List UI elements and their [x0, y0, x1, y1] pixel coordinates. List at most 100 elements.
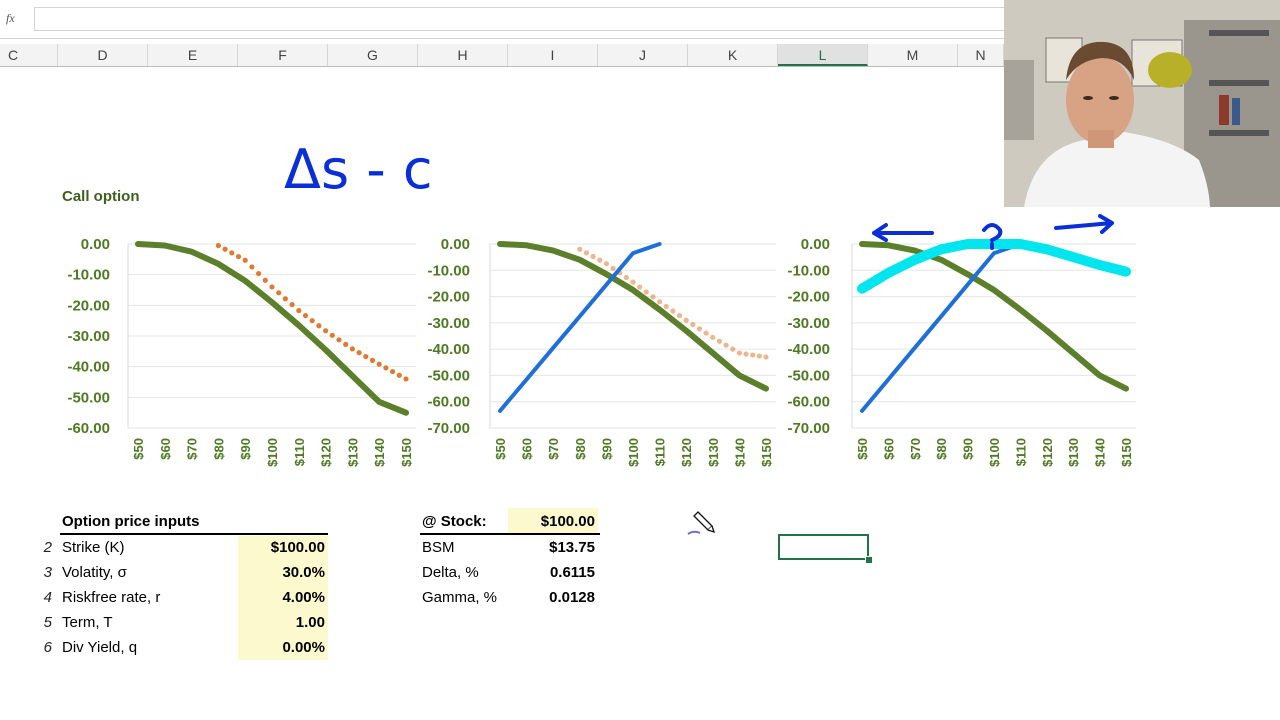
- x-tick-label: $50: [131, 438, 146, 460]
- input-value-cell[interactable]: 0.00%: [238, 639, 325, 656]
- series-line-solid-green: [497, 241, 769, 392]
- series-orange-dot: [276, 290, 282, 296]
- series-orange-dot: [403, 376, 409, 382]
- x-tick-label: $150: [399, 438, 414, 467]
- series-orange-dot: [637, 284, 643, 290]
- column-header-l[interactable]: L: [778, 44, 868, 66]
- x-tick-label: $60: [520, 438, 535, 460]
- x-tick-label: $130: [706, 438, 721, 467]
- series-orange-dot: [369, 357, 376, 363]
- row-number: 5: [43, 614, 52, 631]
- series-orange-dot: [603, 261, 609, 267]
- output-label: Gamma, %: [422, 589, 498, 606]
- left-arrow-annotation: [872, 223, 934, 242]
- column-header-n[interactable]: N: [958, 44, 1004, 66]
- y-tick-label: -70.00: [427, 420, 470, 437]
- series-orange-dot: [710, 334, 716, 340]
- series-orange-dot: [623, 274, 629, 281]
- series-orange-dot: [356, 350, 362, 356]
- series-orange-dot: [269, 284, 275, 290]
- chart-hedged-portfolio: 0.00 -10.00 -20.00 -30.00 -40.00 -50.00 -60.00…: [787, 214, 1136, 467]
- input-label: Volatity, σ: [62, 564, 127, 581]
- series-orange-dot: [282, 296, 288, 302]
- series-orange-dot: [363, 353, 369, 360]
- column-header-f[interactable]: F: [238, 44, 328, 66]
- column-header-k[interactable]: K: [688, 44, 778, 66]
- selected-cell[interactable]: [778, 534, 869, 560]
- series-orange-dot: [736, 350, 742, 356]
- input-value-cell[interactable]: $100.00: [238, 539, 325, 556]
- output-value-cell[interactable]: $13.75: [508, 539, 595, 556]
- x-tick-label: $110: [1013, 438, 1028, 466]
- y-tick-label: 0.00: [441, 236, 470, 253]
- series-orange-dot: [590, 253, 596, 260]
- y-tick-label: -40.00: [787, 341, 830, 358]
- column-header-m[interactable]: M: [868, 44, 958, 66]
- x-tick-label: $100: [987, 438, 1002, 467]
- inputs-header: Option price inputs: [62, 513, 200, 530]
- series-orange-dot: [756, 353, 762, 359]
- formula-input[interactable]: [34, 7, 1004, 31]
- column-header-c[interactable]: C: [0, 44, 58, 66]
- series-orange-dot: [249, 264, 255, 270]
- y-tick-label: -20.00: [787, 289, 830, 306]
- x-tick-label: $60: [158, 438, 173, 460]
- x-tick-label: $100: [626, 438, 641, 467]
- column-header-g[interactable]: G: [328, 44, 418, 66]
- y-tick-label: -50.00: [787, 367, 830, 384]
- input-value-cell[interactable]: 4.00%: [238, 589, 325, 606]
- series-orange-dot: [289, 302, 295, 308]
- series-orange-dot: [743, 351, 749, 357]
- x-tick-label: $150: [759, 438, 774, 467]
- series-orange-dot: [670, 308, 676, 314]
- y-tick-label: 0.00: [81, 236, 110, 253]
- series-orange-dot: [296, 307, 302, 314]
- column-header-e[interactable]: E: [148, 44, 238, 66]
- output-label: BSM: [422, 539, 455, 556]
- y-tick-label: -20.00: [67, 297, 110, 314]
- column-header-i[interactable]: I: [508, 44, 598, 66]
- fx-icon[interactable]: fx: [6, 11, 15, 26]
- series-orange-dot: [663, 303, 669, 310]
- series-orange-dot: [650, 294, 656, 300]
- fill-handle[interactable]: [865, 556, 873, 564]
- series-orange-dot: [643, 289, 649, 295]
- x-tick-label: $80: [211, 438, 226, 460]
- input-label: Riskfree rate, r: [62, 589, 161, 606]
- series-orange-dot: [235, 253, 242, 260]
- input-label: Div Yield, q: [62, 639, 138, 656]
- x-tick-label: $130: [345, 438, 360, 467]
- series-orange-dot: [703, 330, 709, 336]
- x-tick-label: $140: [732, 438, 747, 467]
- y-tick-label: -40.00: [427, 341, 470, 358]
- column-header-j[interactable]: J: [598, 44, 688, 66]
- x-tick-label: $50: [855, 438, 870, 460]
- column-header-h[interactable]: H: [418, 44, 508, 66]
- output-value-cell[interactable]: 0.6115: [508, 564, 595, 581]
- handwritten-note-text: Δs - c: [284, 138, 433, 201]
- series-orange-dot: [750, 352, 756, 358]
- stock-value[interactable]: $100.00: [508, 513, 595, 530]
- sheet-title: Call option: [62, 188, 140, 205]
- handwritten-note: Δs - c: [284, 138, 433, 201]
- y-tick-label: -10.00: [787, 262, 830, 279]
- series-orange-dot: [396, 372, 402, 378]
- series-orange-dot: [349, 346, 355, 352]
- series-orange-dot: [390, 368, 396, 375]
- x-tick-label: $150: [1119, 438, 1134, 467]
- row-number: 6: [43, 639, 52, 656]
- output-value-cell[interactable]: 0.0128: [508, 589, 595, 606]
- y-tick-label: -10.00: [67, 267, 110, 284]
- chart-hedge-position: 0.00 -10.00 -20.00 -30.00 -40.00 -50.00 -60.00…: [427, 236, 776, 467]
- stock-label: @ Stock:: [422, 513, 487, 530]
- x-tick-label: $90: [238, 438, 253, 460]
- output-label: Delta, %: [422, 564, 479, 581]
- input-value-cell[interactable]: 1.00: [238, 614, 325, 631]
- series-orange-dot: [696, 326, 703, 332]
- outputs-header-rule: [420, 533, 600, 535]
- column-header-d[interactable]: D: [58, 44, 148, 66]
- series-orange-dot: [215, 242, 221, 249]
- input-value-cell[interactable]: 30.0%: [238, 564, 325, 581]
- right-arrow-annotation: [1054, 214, 1114, 234]
- series-orange-dot: [316, 323, 322, 329]
